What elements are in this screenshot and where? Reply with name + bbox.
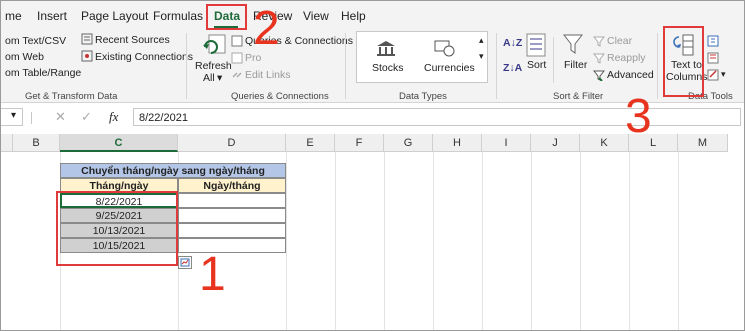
data-validation-icon[interactable]: [707, 69, 719, 81]
from-table-range-button[interactable]: om Table/Range: [5, 67, 81, 79]
column-header-g[interactable]: G: [384, 134, 433, 152]
flash-fill-icon[interactable]: [707, 35, 719, 47]
advanced-filter-icon: [593, 70, 605, 81]
annotation-box-text-to-columns: [663, 26, 704, 97]
grid-line: [286, 152, 287, 330]
annotation-box-selection: [56, 191, 178, 266]
edit-links-icon: [232, 72, 242, 78]
grid-line: [580, 152, 581, 330]
tab-view[interactable]: View: [303, 9, 329, 23]
sort-filter-group-label: Sort & Filter: [553, 91, 604, 102]
insert-function-icon[interactable]: fx: [109, 109, 118, 125]
sort-button[interactable]: Sort: [527, 59, 546, 71]
step-number-1: 1: [199, 248, 226, 301]
column-header-k[interactable]: K: [580, 134, 629, 152]
name-box-dropdown-icon[interactable]: ▾: [11, 110, 16, 121]
refresh-icon: [203, 34, 226, 54]
column-header-h[interactable]: H: [433, 134, 482, 152]
gallery-scroll-icon[interactable]: ▴: [479, 35, 484, 46]
queries-connections-icon: [231, 35, 243, 47]
step-number-3: 3: [625, 90, 652, 143]
table-title-cell[interactable]: Chuyển tháng/ngày sang ngày/tháng: [60, 163, 286, 178]
step-number-2: 2: [253, 2, 280, 55]
table-cell-empty[interactable]: [178, 208, 286, 223]
grid-line: [482, 152, 483, 330]
existing-connections-button[interactable]: Existing Connections: [95, 51, 193, 63]
recent-sources-icon: [81, 33, 93, 45]
group-separator: [345, 33, 346, 99]
existing-connections-icon: [81, 50, 93, 62]
reapply-icon: [593, 53, 605, 64]
column-header-d[interactable]: D: [178, 134, 286, 152]
excel-window: me Insert Page Layout Formulas Data Revi…: [0, 0, 745, 331]
tab-home[interactable]: me: [5, 9, 22, 23]
tab-insert[interactable]: Insert: [37, 9, 67, 23]
table-cell-empty[interactable]: [178, 238, 286, 253]
divider: [31, 112, 32, 124]
reapply-button[interactable]: Reapply: [607, 52, 646, 64]
quick-analysis-button[interactable]: [178, 256, 192, 269]
grid-line: [384, 152, 385, 330]
tab-page-layout[interactable]: Page Layout: [81, 9, 148, 23]
select-all-corner[interactable]: [1, 134, 13, 152]
column-header-j[interactable]: J: [531, 134, 580, 152]
refresh-all-sublabel[interactable]: All: [203, 72, 215, 84]
get-transform-group-label: Get & Transform Data: [25, 91, 118, 102]
currencies-icon: [434, 40, 455, 57]
grid-line: [678, 152, 679, 330]
group-separator: [657, 33, 658, 99]
stocks-icon: [377, 41, 395, 56]
data-types-group-label: Data Types: [399, 91, 447, 102]
quick-analysis-icon: [180, 258, 190, 267]
column-header-f[interactable]: F: [335, 134, 384, 152]
grid-line: [433, 152, 434, 330]
advanced-button[interactable]: Advanced: [607, 69, 654, 81]
grid-line: [335, 152, 336, 330]
tab-formulas[interactable]: Formulas: [153, 9, 203, 23]
column-header-e[interactable]: E: [286, 134, 335, 152]
currencies-button[interactable]: Currencies: [424, 62, 475, 74]
clear-icon: [593, 36, 605, 47]
ribbon-tabs: me Insert Page Layout Formulas Data Revi…: [1, 1, 744, 29]
table-cell-empty[interactable]: [178, 193, 286, 208]
stocks-button[interactable]: Stocks: [372, 62, 404, 74]
formula-value: 8/22/2021: [139, 112, 188, 124]
remove-duplicates-icon[interactable]: [707, 52, 719, 64]
annotation-box-data-tab: [206, 4, 247, 30]
from-text-csv-button[interactable]: om Text/CSV: [5, 35, 66, 47]
filter-button[interactable]: Filter: [564, 59, 587, 71]
column-header-c[interactable]: C: [60, 134, 178, 152]
sort-az-icon[interactable]: A↓Z: [503, 37, 522, 49]
tab-help[interactable]: Help: [341, 9, 366, 23]
sort-separator: [553, 37, 554, 83]
sort-icon: [526, 33, 546, 57]
clear-button[interactable]: Clear: [607, 35, 632, 47]
chevron-down-icon[interactable]: ▾: [721, 69, 726, 80]
group-separator: [496, 33, 497, 99]
group-separator: [186, 33, 187, 99]
properties-icon: [231, 52, 243, 64]
recent-sources-button[interactable]: Recent Sources: [95, 34, 170, 46]
queries-group-label: Queries & Connections: [231, 91, 329, 102]
sort-za-icon[interactable]: Z↓A: [503, 62, 522, 74]
refresh-all-label[interactable]: Refresh: [195, 60, 232, 72]
filter-icon: [563, 34, 583, 54]
column-header-m[interactable]: M: [678, 134, 728, 152]
header-ngay-thang[interactable]: Ngày/tháng: [178, 178, 286, 193]
gallery-scroll-down-icon[interactable]: ▾: [479, 51, 484, 62]
cancel-icon[interactable]: ✕: [55, 109, 66, 125]
enter-icon[interactable]: ✓: [81, 109, 92, 125]
chevron-down-icon[interactable]: ▾: [217, 72, 222, 84]
grid-line: [531, 152, 532, 330]
from-web-button[interactable]: om Web: [5, 51, 44, 63]
column-header-b[interactable]: B: [13, 134, 60, 152]
column-header-i[interactable]: I: [482, 134, 531, 152]
grid-line: [629, 152, 630, 330]
edit-links-button[interactable]: Edit Links: [245, 69, 291, 81]
table-cell-empty[interactable]: [178, 223, 286, 238]
